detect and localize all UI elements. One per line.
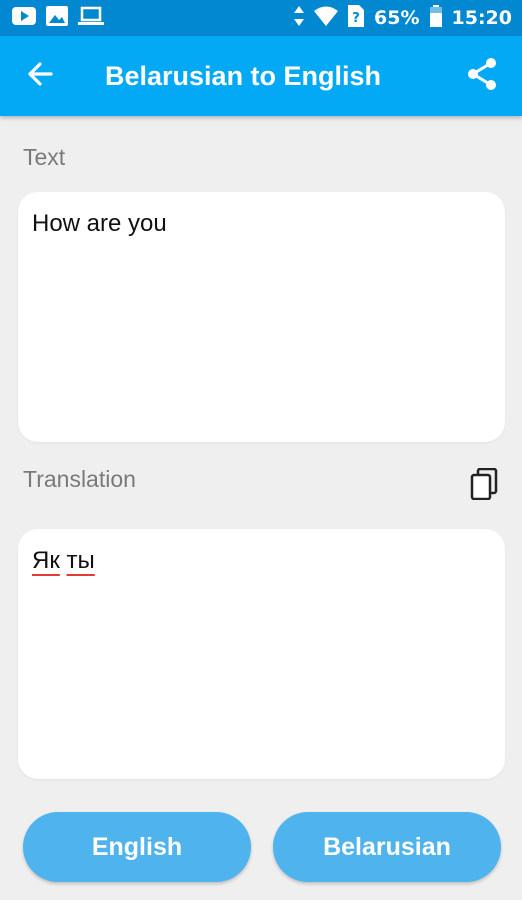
youtube-icon: [12, 6, 36, 30]
translation-word: Як: [32, 547, 60, 574]
app-bar: Belarusian to English: [0, 36, 522, 116]
svg-text:?: ?: [352, 11, 360, 26]
translation-word: ты: [66, 547, 95, 574]
translation-output: Як ты: [18, 529, 505, 779]
share-button[interactable]: [442, 36, 522, 116]
share-icon: [466, 57, 498, 96]
text-label: Text: [23, 144, 66, 170]
source-language-button[interactable]: English: [23, 812, 251, 882]
input-text: How are you: [32, 210, 167, 237]
back-button[interactable]: [0, 36, 80, 116]
clock: 15:20: [451, 7, 512, 29]
image-icon: [46, 5, 68, 31]
laptop-icon: [78, 6, 104, 31]
status-bar: ? 65% 15:20: [0, 0, 522, 36]
sim-icon: ?: [348, 4, 365, 32]
arrow-back-icon: [27, 61, 53, 92]
copy-button[interactable]: [466, 466, 502, 506]
battery-percent: 65%: [374, 7, 420, 29]
data-arrows-icon: [294, 5, 305, 31]
text-input-field[interactable]: How are you: [18, 192, 505, 442]
copy-icon: [470, 467, 498, 505]
page-title: Belarusian to English: [105, 60, 382, 91]
translation-label: Translation: [23, 466, 136, 492]
wifi-icon: [314, 6, 339, 31]
battery-icon: [429, 4, 442, 32]
target-language-button[interactable]: Belarusian: [273, 812, 501, 882]
